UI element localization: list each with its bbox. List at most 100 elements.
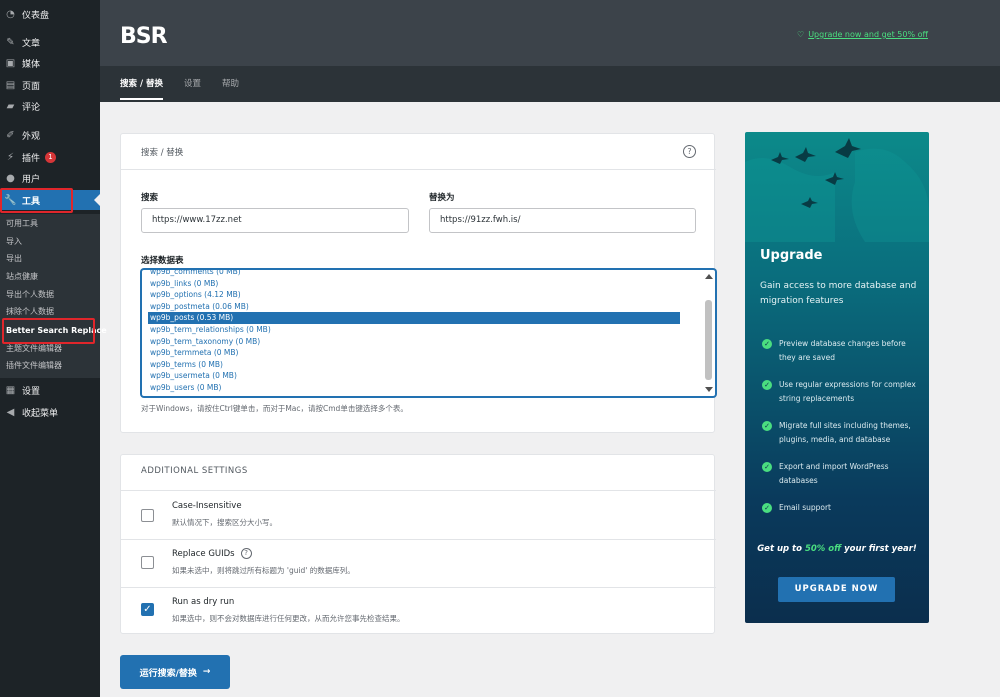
upgrade-promo: Get up to 50% off your first year!: [745, 544, 929, 554]
replace-guids-checkbox[interactable]: [141, 556, 154, 569]
sidebar-item-settings[interactable]: ▦ 设置: [0, 380, 100, 400]
sidebar-item-pages[interactable]: ▤ 页面: [0, 75, 100, 95]
sidebar-item-label: 文章: [22, 38, 41, 49]
tables-scrollbar[interactable]: [704, 272, 713, 394]
table-option[interactable]: wp9b_options (4.12 MB): [148, 289, 680, 301]
run-button-label: 运行搜索/替换: [139, 668, 197, 679]
table-option[interactable]: wp9b_postmeta (0.06 MB): [148, 301, 680, 313]
upgrade-link[interactable]: ♡ Upgrade now and get 50% off: [797, 30, 928, 39]
upgrade-subtitle: Gain access to more database and migrati…: [760, 281, 917, 306]
tab-search-replace[interactable]: 搜索 / 替换: [120, 66, 164, 100]
tables-label: 选择数据表: [141, 256, 184, 266]
heart-icon: ♡: [797, 30, 805, 39]
dashboard-icon: ◔: [6, 8, 15, 20]
setting-title: Case-Insensitive: [172, 501, 242, 511]
feature-text: Export and import WordPress databases: [779, 462, 889, 485]
sidebar-item-posts[interactable]: ✎ 文章: [0, 32, 100, 52]
submenu-item-erase-personal-data[interactable]: 抹除个人数据: [6, 305, 54, 319]
replace-label: 替换为: [429, 193, 455, 203]
bsr-logo: BSR: [120, 24, 168, 49]
table-option[interactable]: wp9b_links (0 MB): [148, 278, 680, 290]
submenu-item-export-personal-data[interactable]: 导出个人数据: [6, 288, 54, 302]
feature-item: ✓ Migrate full sites including themes, p…: [762, 419, 922, 446]
table-option[interactable]: wp9b_term_taxonomy (0 MB): [148, 336, 680, 348]
scroll-up-icon[interactable]: [705, 274, 713, 279]
setting-title: Run as dry run: [172, 597, 234, 607]
settings-title: ADDITIONAL SETTINGS: [141, 466, 248, 476]
sidebar-item-tools[interactable]: 🔧 工具: [0, 190, 100, 210]
check-icon: ✓: [762, 421, 772, 431]
run-search-replace-button[interactable]: 运行搜索/替换 →: [120, 655, 230, 689]
sidebar-item-media[interactable]: ▣ 媒体: [0, 53, 100, 73]
sidebar-item-label: 页面: [22, 81, 41, 92]
panel-divider: [121, 169, 716, 170]
table-option[interactable]: wp9b_usermeta (0 MB): [148, 370, 680, 382]
setting-dry-run: ✓ Run as dry run 如果选中，则不会对数据库进行任何更改，从而允许…: [121, 588, 716, 636]
tables-select[interactable]: wp9b_comments (0 MB) wp9b_links (0 MB) w…: [141, 269, 716, 397]
promo-text: Get up to: [757, 544, 805, 554]
sidebar-item-appearance[interactable]: ✐ 外观: [0, 125, 100, 145]
page-icon: ▤: [5, 79, 16, 91]
additional-settings-panel: ADDITIONAL SETTINGS Case-Insensitive 默认情…: [120, 454, 716, 636]
sidebar-item-label: 工具: [22, 196, 41, 207]
guid-help-icon[interactable]: ?: [240, 548, 252, 559]
comment-icon: ▰: [6, 100, 15, 112]
submenu-item-export[interactable]: 导出: [6, 252, 22, 266]
media-icon: ▣: [5, 57, 16, 69]
table-option[interactable]: wp9b_term_relationships (0 MB): [148, 324, 680, 336]
collapse-icon: ◀: [6, 406, 15, 418]
tab-settings[interactable]: 设置: [184, 66, 201, 102]
table-option[interactable]: wp9b_termmeta (0 MB): [148, 347, 680, 359]
sidebar-item-comments[interactable]: ▰ 评论: [0, 96, 100, 116]
submenu-item-site-health[interactable]: 站点健康: [6, 270, 38, 284]
arrow-right-icon: →: [202, 667, 211, 677]
tables-hint: 对于Windows，请按住Ctrl键单击，而对于Mac，请按Cmd单击键选择多个…: [141, 404, 408, 413]
plugin-header: BSR ♡ Upgrade now and get 50% off: [100, 0, 1000, 66]
setting-case-insensitive: Case-Insensitive 默认情况下，搜索区分大小写。: [121, 491, 716, 539]
scroll-down-icon[interactable]: [705, 387, 713, 392]
birds-illustration: [745, 138, 929, 242]
table-option-selected[interactable]: wp9b_posts (0.53 MB): [148, 312, 680, 324]
plugin-update-badge: 1: [45, 151, 57, 163]
upgrade-card: Upgrade Gain access to more database and…: [745, 132, 929, 623]
setting-title-text: Case-Insensitive: [172, 501, 242, 511]
submenu-item-plugin-editor[interactable]: 插件文件编辑器: [6, 359, 62, 373]
submenu-item-import[interactable]: 导入: [6, 235, 22, 249]
sidebar-item-label: 用户: [22, 174, 41, 185]
check-icon: ✓: [762, 339, 772, 349]
table-option[interactable]: wp9b_terms (0 MB): [148, 359, 680, 371]
feature-text: Use regular expressions for complex stri…: [779, 380, 916, 403]
sidebar-item-plugins[interactable]: ⚡ 插件 1: [0, 147, 100, 167]
check-icon: ✓: [762, 462, 772, 472]
setting-desc: 默认情况下，搜索区分大小写。: [172, 518, 277, 527]
check-icon: ✓: [762, 503, 772, 513]
search-input[interactable]: https://www.17zz.net: [141, 208, 409, 233]
submenu-item-theme-editor[interactable]: 主题文件编辑器: [6, 342, 62, 356]
upgrade-title: Upgrade: [760, 248, 823, 263]
sidebar-item-collapse[interactable]: ◀ 收起菜单: [0, 402, 100, 422]
search-label: 搜索: [141, 193, 159, 203]
user-icon: ●: [6, 172, 15, 184]
replace-input[interactable]: https://91zz.fwh.is/: [429, 208, 696, 233]
feature-item: ✓ Use regular expressions for complex st…: [762, 378, 922, 405]
admin-sidebar: ◔ 仪表盘 ✎ 文章 ▣ 媒体 ▤ 页面 ▰ 评论 ✐ 外观 ⚡ 插件 1 ● …: [0, 0, 107, 697]
help-icon[interactable]: ?: [683, 145, 696, 158]
upgrade-link-text: Upgrade now and get 50% off: [808, 30, 928, 39]
sidebar-item-label: 媒体: [22, 59, 41, 70]
setting-title-text: Replace GUIDs: [172, 548, 235, 559]
dry-run-checkbox[interactable]: ✓: [141, 603, 154, 616]
submenu-item-available-tools[interactable]: 可用工具: [6, 217, 38, 231]
submenu-item-better-search-replace[interactable]: Better Search Replace: [6, 324, 107, 338]
setting-replace-guids: Replace GUIDs ? 如果未选中，则将跳过所有标题为 'guid' 的…: [121, 540, 716, 588]
check-icon: ✓: [762, 380, 772, 390]
scroll-thumb[interactable]: [705, 300, 712, 380]
tab-help[interactable]: 帮助: [222, 66, 239, 102]
case-insensitive-checkbox[interactable]: [141, 509, 154, 522]
sidebar-item-dashboard[interactable]: ◔ 仪表盘: [0, 4, 100, 24]
sidebar-item-users[interactable]: ● 用户: [0, 168, 100, 188]
plugin-icon: ⚡: [6, 151, 15, 163]
table-option[interactable]: wp9b_comments (0 MB): [148, 270, 680, 278]
sidebar-item-label: 外观: [22, 131, 41, 142]
table-option[interactable]: wp9b_users (0 MB): [148, 382, 680, 394]
upgrade-now-button[interactable]: UPGRADE NOW: [778, 577, 895, 602]
